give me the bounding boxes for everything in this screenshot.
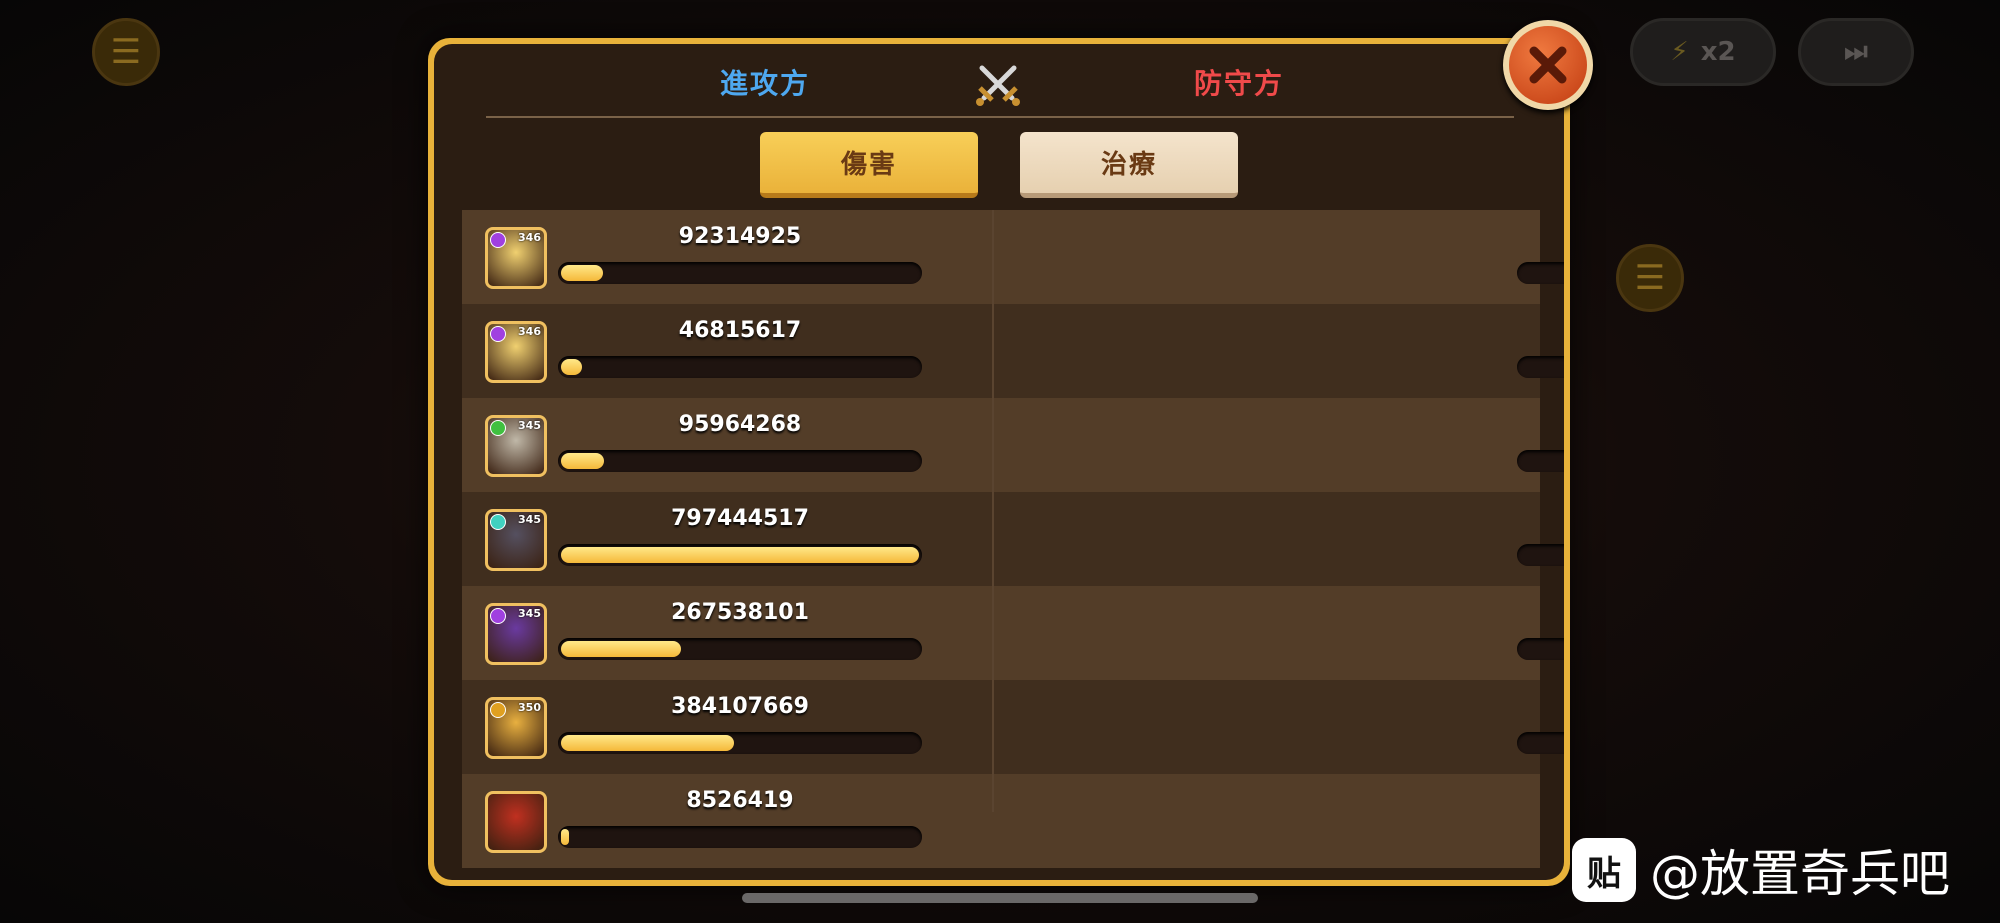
defender-stat: 35541200586	[1002, 680, 1564, 774]
watermark-text: @放置奇兵吧	[1650, 845, 1950, 903]
stats-row: 345 95964268 35521853688	[462, 398, 1564, 492]
damage-value: 41200586	[1517, 694, 1564, 719]
damage-value: 384107669	[671, 694, 809, 719]
damage-value: 21473632	[1517, 600, 1564, 625]
tab-damage[interactable]: 傷害	[760, 132, 978, 198]
header-divider	[486, 116, 1514, 118]
hero-avatar[interactable]	[485, 791, 547, 853]
speed-toggle: ⚡ x2	[1630, 18, 1776, 86]
hero-level: 345	[518, 513, 541, 526]
crossed-swords-icon	[976, 65, 1020, 106]
hero-level: 346	[518, 231, 541, 244]
attacker-stat: 350 384107669	[462, 680, 1001, 774]
damage-value: 8526419	[686, 788, 794, 813]
faction-icon	[490, 420, 506, 436]
damage-bar	[1517, 356, 1564, 378]
damage-value: 46815617	[678, 318, 802, 343]
damage-bar-fill	[561, 735, 734, 751]
damage-value: 267538101	[671, 600, 809, 625]
stats-row: 345 267538101 35521473632	[462, 586, 1564, 680]
faction-icon	[490, 608, 506, 624]
damage-bar	[558, 450, 922, 472]
damage-value: 28040977	[1517, 506, 1564, 531]
damage-value: 797444517	[671, 506, 809, 531]
hero-level: 345	[518, 419, 541, 432]
attacker-title: 進攻方	[720, 67, 811, 100]
lightning-icon: ⚡	[1670, 37, 1689, 67]
hero-level: 346	[518, 325, 541, 338]
damage-bar	[558, 826, 922, 848]
faction-icon	[490, 326, 506, 342]
hero-avatar[interactable]: 346	[485, 321, 547, 383]
tab-healing[interactable]: 治療	[1020, 132, 1238, 198]
column-divider	[992, 210, 994, 812]
battle-stats-panel: 進攻方 防守方 傷害 治療 346 92314925 35566761672 346 4…	[428, 38, 1570, 886]
damage-bar-fill	[561, 359, 583, 375]
stats-row: 346 92314925 35566761672	[462, 210, 1564, 304]
damage-value: 66761672	[1517, 224, 1564, 249]
defender-stat: 35528040977	[1002, 492, 1564, 586]
panel-header: 進攻方 防守方	[434, 44, 1564, 116]
hero-level: 345	[518, 607, 541, 620]
damage-bar	[558, 544, 922, 566]
damage-bar	[1517, 544, 1564, 566]
stats-row: 8526419	[462, 774, 1540, 868]
home-indicator	[742, 893, 1258, 903]
attacker-stat: 346 92314925	[462, 210, 1001, 304]
attacker-stat: 8526419	[462, 774, 1001, 868]
damage-bar	[558, 356, 922, 378]
damage-bar	[1517, 732, 1564, 754]
stats-row: 346 46815617 355436627	[462, 304, 1564, 398]
stats-row: 350 384107669 35541200586	[462, 680, 1564, 774]
watermark: 贴 @放置奇兵吧	[1572, 834, 1950, 906]
hero-level: 350	[518, 701, 541, 714]
hero-avatar[interactable]: 345	[485, 415, 547, 477]
damage-value: 95964268	[678, 412, 802, 437]
defender-stat: 35521853688	[1002, 398, 1564, 492]
hero-avatar[interactable]: 346	[485, 227, 547, 289]
list-icon: ☰	[1616, 244, 1684, 312]
damage-value: 436627	[1517, 318, 1564, 343]
damage-value: 92314925	[678, 224, 802, 249]
damage-bar	[1517, 450, 1564, 472]
skip-icon: ⏭	[1844, 36, 1868, 67]
faction-icon	[490, 702, 506, 718]
damage-bar	[558, 262, 922, 284]
attacker-stat: 346 46815617	[462, 304, 1001, 398]
attacker-stat: 345 95964268	[462, 398, 1001, 492]
damage-value: 21853688	[1517, 412, 1564, 437]
damage-bar	[1517, 638, 1564, 660]
defender-stat: 35521473632	[1002, 586, 1564, 680]
attacker-stat: 345 267538101	[462, 586, 1001, 680]
attacker-stat: 345 797444517	[462, 492, 1001, 586]
damage-bar	[558, 638, 922, 660]
speed-label: x2	[1700, 37, 1736, 67]
close-icon	[1509, 26, 1587, 104]
damage-bar-fill	[561, 641, 681, 657]
close-button[interactable]	[1503, 20, 1593, 110]
hero-avatar[interactable]: 345	[485, 603, 547, 665]
damage-bar-fill	[561, 453, 604, 469]
defender-title: 防守方	[1194, 67, 1285, 100]
faction-icon	[490, 514, 506, 530]
faction-icon	[490, 232, 506, 248]
damage-bar	[1517, 262, 1564, 284]
panel-body: 進攻方 防守方 傷害 治療 346 92314925 35566761672 346 4…	[434, 44, 1564, 880]
hero-avatar[interactable]: 350	[485, 697, 547, 759]
defender-stat: 35566761672	[1002, 210, 1564, 304]
menu-icon: ☰	[92, 18, 160, 86]
damage-bar-fill	[561, 829, 569, 845]
hero-avatar[interactable]: 345	[485, 509, 547, 571]
damage-bar-fill	[561, 265, 603, 281]
tieba-logo: 贴	[1572, 838, 1636, 902]
damage-bar	[558, 732, 922, 754]
skip-button: ⏭	[1798, 18, 1914, 86]
stats-row: 345 797444517 35528040977	[462, 492, 1564, 586]
defender-stat: 355436627	[1002, 304, 1564, 398]
stats-rows: 346 92314925 35566761672 346 46815617 3554366…	[462, 210, 1564, 868]
damage-bar-fill	[561, 547, 919, 563]
